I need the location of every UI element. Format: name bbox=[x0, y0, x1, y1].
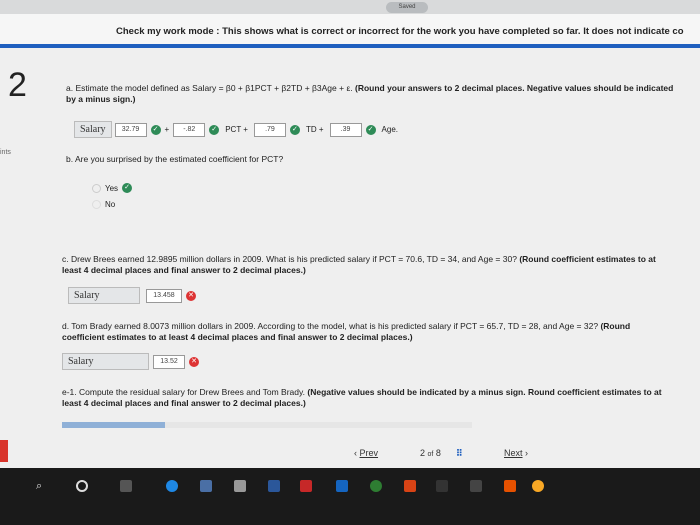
os-taskbar bbox=[0, 468, 700, 525]
browser-top-bar: Saved bbox=[0, 0, 700, 14]
app-icon[interactable] bbox=[504, 480, 516, 492]
check-my-work-banner: Check my work mode : This shows what is … bbox=[0, 14, 700, 48]
grid-icon[interactable]: ⠿ bbox=[456, 448, 463, 459]
part-d-prompt: d. Tom Brady earned 8.0073 million dolla… bbox=[62, 321, 599, 331]
td-term: TD + bbox=[305, 125, 324, 134]
search-icon[interactable]: ⌕ bbox=[36, 480, 48, 492]
part-e1-question: e-1. Compute the residual salary for Dre… bbox=[62, 387, 672, 409]
correct-check-icon: ✓ bbox=[209, 124, 220, 135]
app-icon[interactable] bbox=[200, 480, 212, 492]
option-no[interactable]: No bbox=[92, 200, 115, 209]
correct-check-icon: ✓ bbox=[122, 183, 133, 193]
app-icon[interactable] bbox=[436, 480, 448, 492]
progress-fill bbox=[62, 422, 165, 428]
radio-no[interactable] bbox=[92, 200, 101, 209]
incorrect-x-icon: ✕ bbox=[189, 356, 199, 367]
part-d-question: d. Tom Brady earned 8.0073 million dolla… bbox=[62, 321, 672, 343]
b3-input[interactable]: .39 bbox=[329, 122, 362, 137]
app-icon[interactable] bbox=[336, 480, 348, 492]
part-d-answer-row: Salary 13.52 ✕ bbox=[62, 353, 199, 370]
store-icon[interactable] bbox=[234, 480, 246, 492]
brees-salary-input[interactable]: 13.458 bbox=[146, 288, 182, 303]
part-c-prompt: c. Drew Brees earned 12.9895 million dol… bbox=[62, 254, 517, 264]
correct-check-icon: ✓ bbox=[150, 124, 161, 135]
prev-button[interactable]: ‹ Prev bbox=[354, 448, 378, 458]
app-icon[interactable] bbox=[370, 480, 382, 492]
correct-check-icon: ✓ bbox=[289, 124, 300, 135]
option-yes-label: Yes bbox=[105, 183, 119, 193]
page-total: 8 bbox=[435, 448, 441, 458]
pct-term: PCT + bbox=[225, 125, 248, 134]
part-a-question: a. Estimate the model defined as Salary … bbox=[66, 83, 674, 105]
browser-icon[interactable] bbox=[166, 480, 178, 492]
chevron-left-icon: ‹ bbox=[354, 448, 357, 458]
part-a-answer-row: Salary 32.79 ✓ + -.82 ✓ PCT + .79 ✓ TD +… bbox=[74, 121, 398, 138]
b0-input[interactable]: 32.79 bbox=[114, 122, 147, 137]
app-icon[interactable] bbox=[404, 480, 416, 492]
progress-bar bbox=[62, 422, 472, 428]
part-e1-prompt: e-1. Compute the residual salary for Dre… bbox=[62, 387, 305, 397]
question-number: 2 bbox=[8, 66, 27, 104]
b1-input[interactable]: -.82 bbox=[173, 122, 206, 137]
salary-label: Salary bbox=[68, 287, 140, 304]
salary-label: Salary bbox=[74, 121, 112, 138]
app-icon[interactable] bbox=[268, 480, 280, 492]
banner-text: Check my work mode : This shows what is … bbox=[116, 26, 684, 37]
next-button[interactable]: Next › bbox=[504, 448, 528, 458]
part-a-prompt: a. Estimate the model defined as Salary … bbox=[66, 83, 353, 93]
part-c-answer-row: Salary 13.458 ✕ bbox=[68, 287, 196, 304]
age-term: Age. bbox=[381, 125, 398, 134]
app-icon[interactable] bbox=[300, 480, 312, 492]
salary-label: Salary bbox=[62, 353, 149, 370]
page-of: of bbox=[427, 451, 434, 458]
side-tab[interactable] bbox=[0, 440, 8, 462]
chevron-right-icon: › bbox=[525, 448, 529, 458]
option-yes[interactable]: Yes ✓ bbox=[92, 183, 133, 193]
prev-label: Prev bbox=[359, 448, 379, 458]
page-current: 2 bbox=[420, 448, 426, 458]
start-circle-icon[interactable] bbox=[76, 480, 88, 492]
option-no-label: No bbox=[105, 200, 116, 209]
page-indicator: 2 of 8 bbox=[420, 448, 441, 458]
plus-sign: + bbox=[164, 125, 170, 134]
app-icon[interactable] bbox=[470, 480, 482, 492]
b2-input[interactable]: .79 bbox=[253, 122, 286, 137]
correct-check-icon: ✓ bbox=[365, 124, 376, 135]
part-c-question: c. Drew Brees earned 12.9895 million dol… bbox=[62, 254, 672, 276]
incorrect-x-icon: ✕ bbox=[186, 290, 196, 301]
points-side-label: ints bbox=[0, 149, 11, 156]
app-icon[interactable] bbox=[532, 480, 544, 492]
radio-yes[interactable] bbox=[92, 183, 101, 193]
brady-salary-input[interactable]: 13.52 bbox=[153, 354, 185, 369]
next-label: Next bbox=[504, 448, 523, 458]
task-view-icon[interactable] bbox=[120, 480, 132, 492]
saved-indicator: Saved bbox=[386, 2, 428, 13]
part-b-prompt: b. Are you surprised by the estimated co… bbox=[66, 154, 284, 164]
